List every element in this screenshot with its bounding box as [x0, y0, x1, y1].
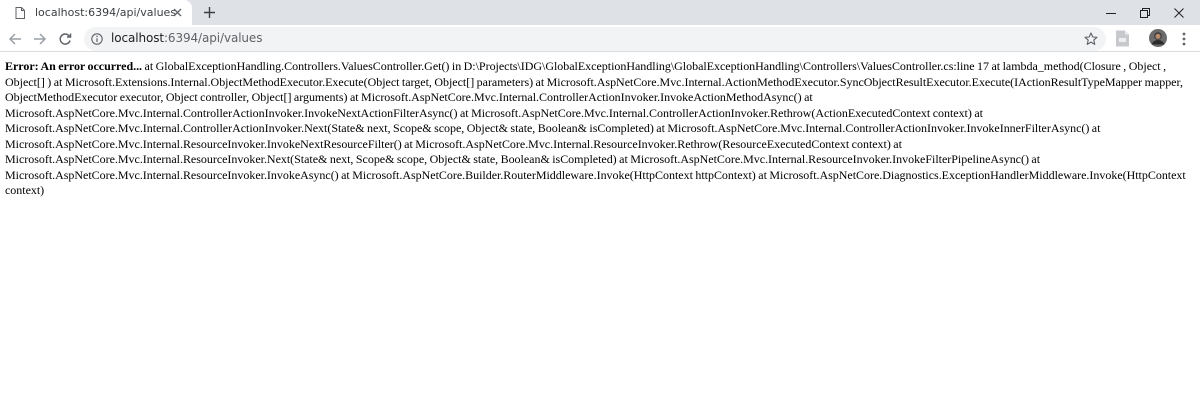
stack-trace: at GlobalExceptionHandling.Controllers.V… [5, 59, 1186, 197]
reload-icon[interactable] [56, 30, 74, 48]
close-window-icon[interactable] [1156, 0, 1200, 25]
address-bar[interactable]: localhost:6394/api/values [84, 27, 1106, 51]
kebab-menu-icon[interactable] [1175, 30, 1193, 48]
plus-icon[interactable] [201, 4, 218, 21]
tab-strip: localhost:6394/api/values [0, 0, 1200, 25]
extension-icon[interactable] [1113, 29, 1131, 47]
avatar[interactable] [1148, 28, 1168, 48]
page-icon [15, 6, 25, 19]
error-heading: Error: An error occurred... [5, 59, 143, 73]
browser-toolbar: localhost:6394/api/values [0, 25, 1200, 52]
tab-title: localhost:6394/api/values [35, 6, 177, 19]
arrow-left-icon[interactable] [6, 30, 24, 48]
page-content: Error: An error occurred... at GlobalExc… [0, 52, 1200, 199]
url-path: :6394/api/values [163, 31, 263, 45]
close-icon[interactable] [171, 6, 184, 19]
url-text[interactable]: localhost:6394/api/values [111, 31, 262, 45]
info-icon[interactable] [91, 33, 103, 45]
browser-tab[interactable]: localhost:6394/api/values [0, 0, 192, 25]
arrow-right-icon[interactable] [31, 30, 49, 48]
error-message: Error: An error occurred... at GlobalExc… [5, 59, 1195, 199]
url-host: localhost [111, 31, 164, 45]
star-icon[interactable] [1084, 32, 1098, 46]
